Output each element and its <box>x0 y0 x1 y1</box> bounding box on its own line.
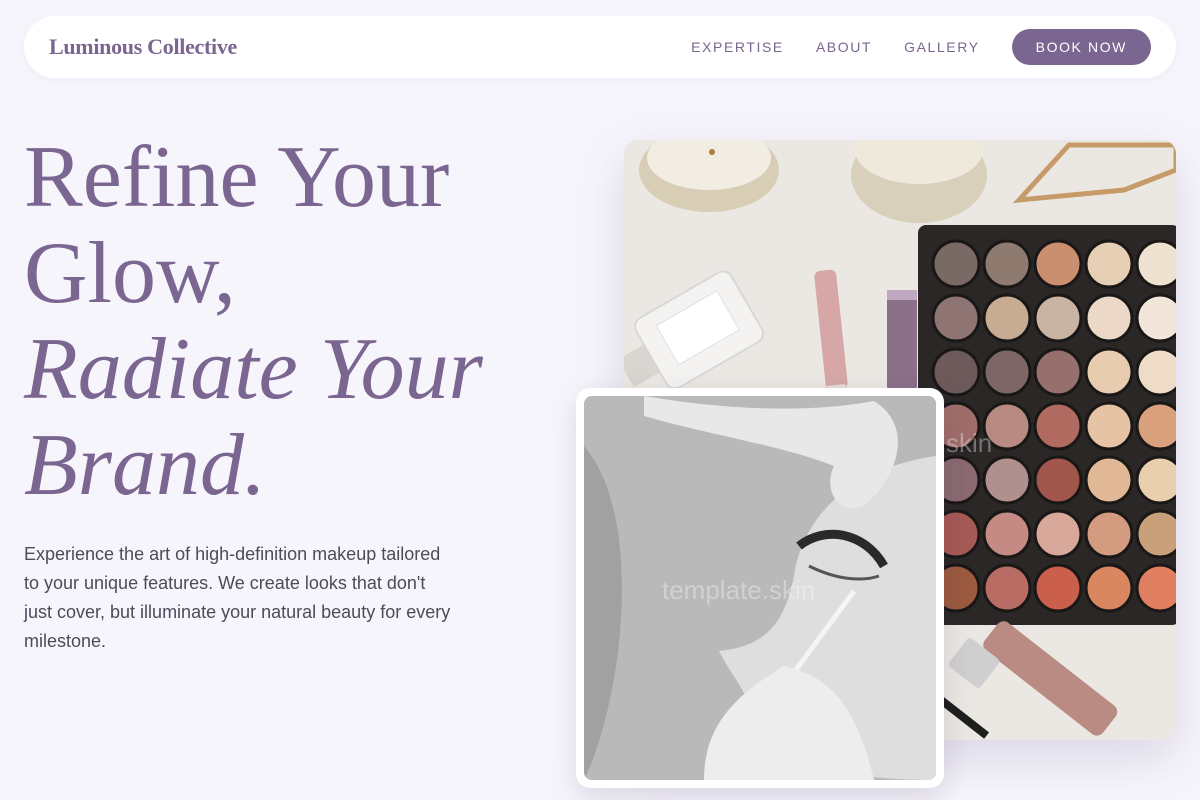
hero-title-line: Refine Your <box>24 129 450 226</box>
image-watermark: template.skin <box>662 575 815 605</box>
eyeshadow-pan <box>1084 239 1134 289</box>
eyeshadow-pan <box>1135 401 1176 451</box>
eyeshadow-pan <box>1135 509 1176 559</box>
eyeshadow-pan <box>982 509 1032 559</box>
hero-title-italic-line: Radiate Your <box>24 321 483 418</box>
image-watermark: skin <box>946 428 992 458</box>
eyeshadow-pan <box>1033 347 1083 397</box>
eyeshadow-pan <box>1084 401 1134 451</box>
makeup-application-photo: template.skin <box>576 388 944 788</box>
eyeshadow-pan <box>1084 563 1134 613</box>
eyeshadow-pan <box>982 455 1032 505</box>
eyeshadow-pan <box>1084 455 1134 505</box>
eyeshadow-pan <box>982 563 1032 613</box>
navbar: Luminous Collective EXPERTISE ABOUT GALL… <box>24 16 1176 78</box>
eyeshadow-pan <box>1033 239 1083 289</box>
brand-logo[interactable]: Luminous Collective <box>49 34 237 60</box>
eyeshadow-pan <box>982 347 1032 397</box>
eyeshadow-pan <box>1084 293 1134 343</box>
book-now-button[interactable]: BOOK NOW <box>1011 29 1151 65</box>
eyeshadow-pan <box>1084 347 1134 397</box>
eyeshadow-pan <box>931 239 981 289</box>
nav-links: EXPERTISE ABOUT GALLERY BOOK NOW <box>659 29 1151 65</box>
eyeshadow-pan <box>1135 563 1176 613</box>
eyeshadow-pan <box>982 293 1032 343</box>
eyeliner-application-illustration: template.skin <box>584 396 936 780</box>
eyeshadow-pan <box>982 239 1032 289</box>
hero-title-italic-line: Brand. <box>24 417 266 514</box>
eyeshadow-pan <box>931 293 981 343</box>
nav-link-about[interactable]: ABOUT <box>816 39 872 55</box>
eyeshadow-pan <box>1033 293 1083 343</box>
nav-link-gallery[interactable]: GALLERY <box>904 39 980 55</box>
photo-frame: template.skin <box>584 396 936 780</box>
eyeshadow-pan <box>1033 509 1083 559</box>
eyeshadow-pan <box>1135 347 1176 397</box>
eyeshadow-pan <box>1033 455 1083 505</box>
eyeshadow-pan <box>931 347 981 397</box>
nav-link-expertise[interactable]: EXPERTISE <box>691 39 784 55</box>
eyeshadow-pan <box>1135 455 1176 505</box>
eyeshadow-pan <box>1135 293 1176 343</box>
eyeshadow-pan <box>1135 239 1176 289</box>
hero-description: Experience the art of high-definition ma… <box>24 544 451 651</box>
eyeshadow-pan <box>1084 509 1134 559</box>
eyeshadow-pan <box>1033 401 1083 451</box>
hero-title: Refine Your Glow, Radiate Your Brand. <box>24 130 584 514</box>
eyeshadow-pan <box>1033 563 1083 613</box>
hero-title-line: Glow, <box>24 225 236 322</box>
